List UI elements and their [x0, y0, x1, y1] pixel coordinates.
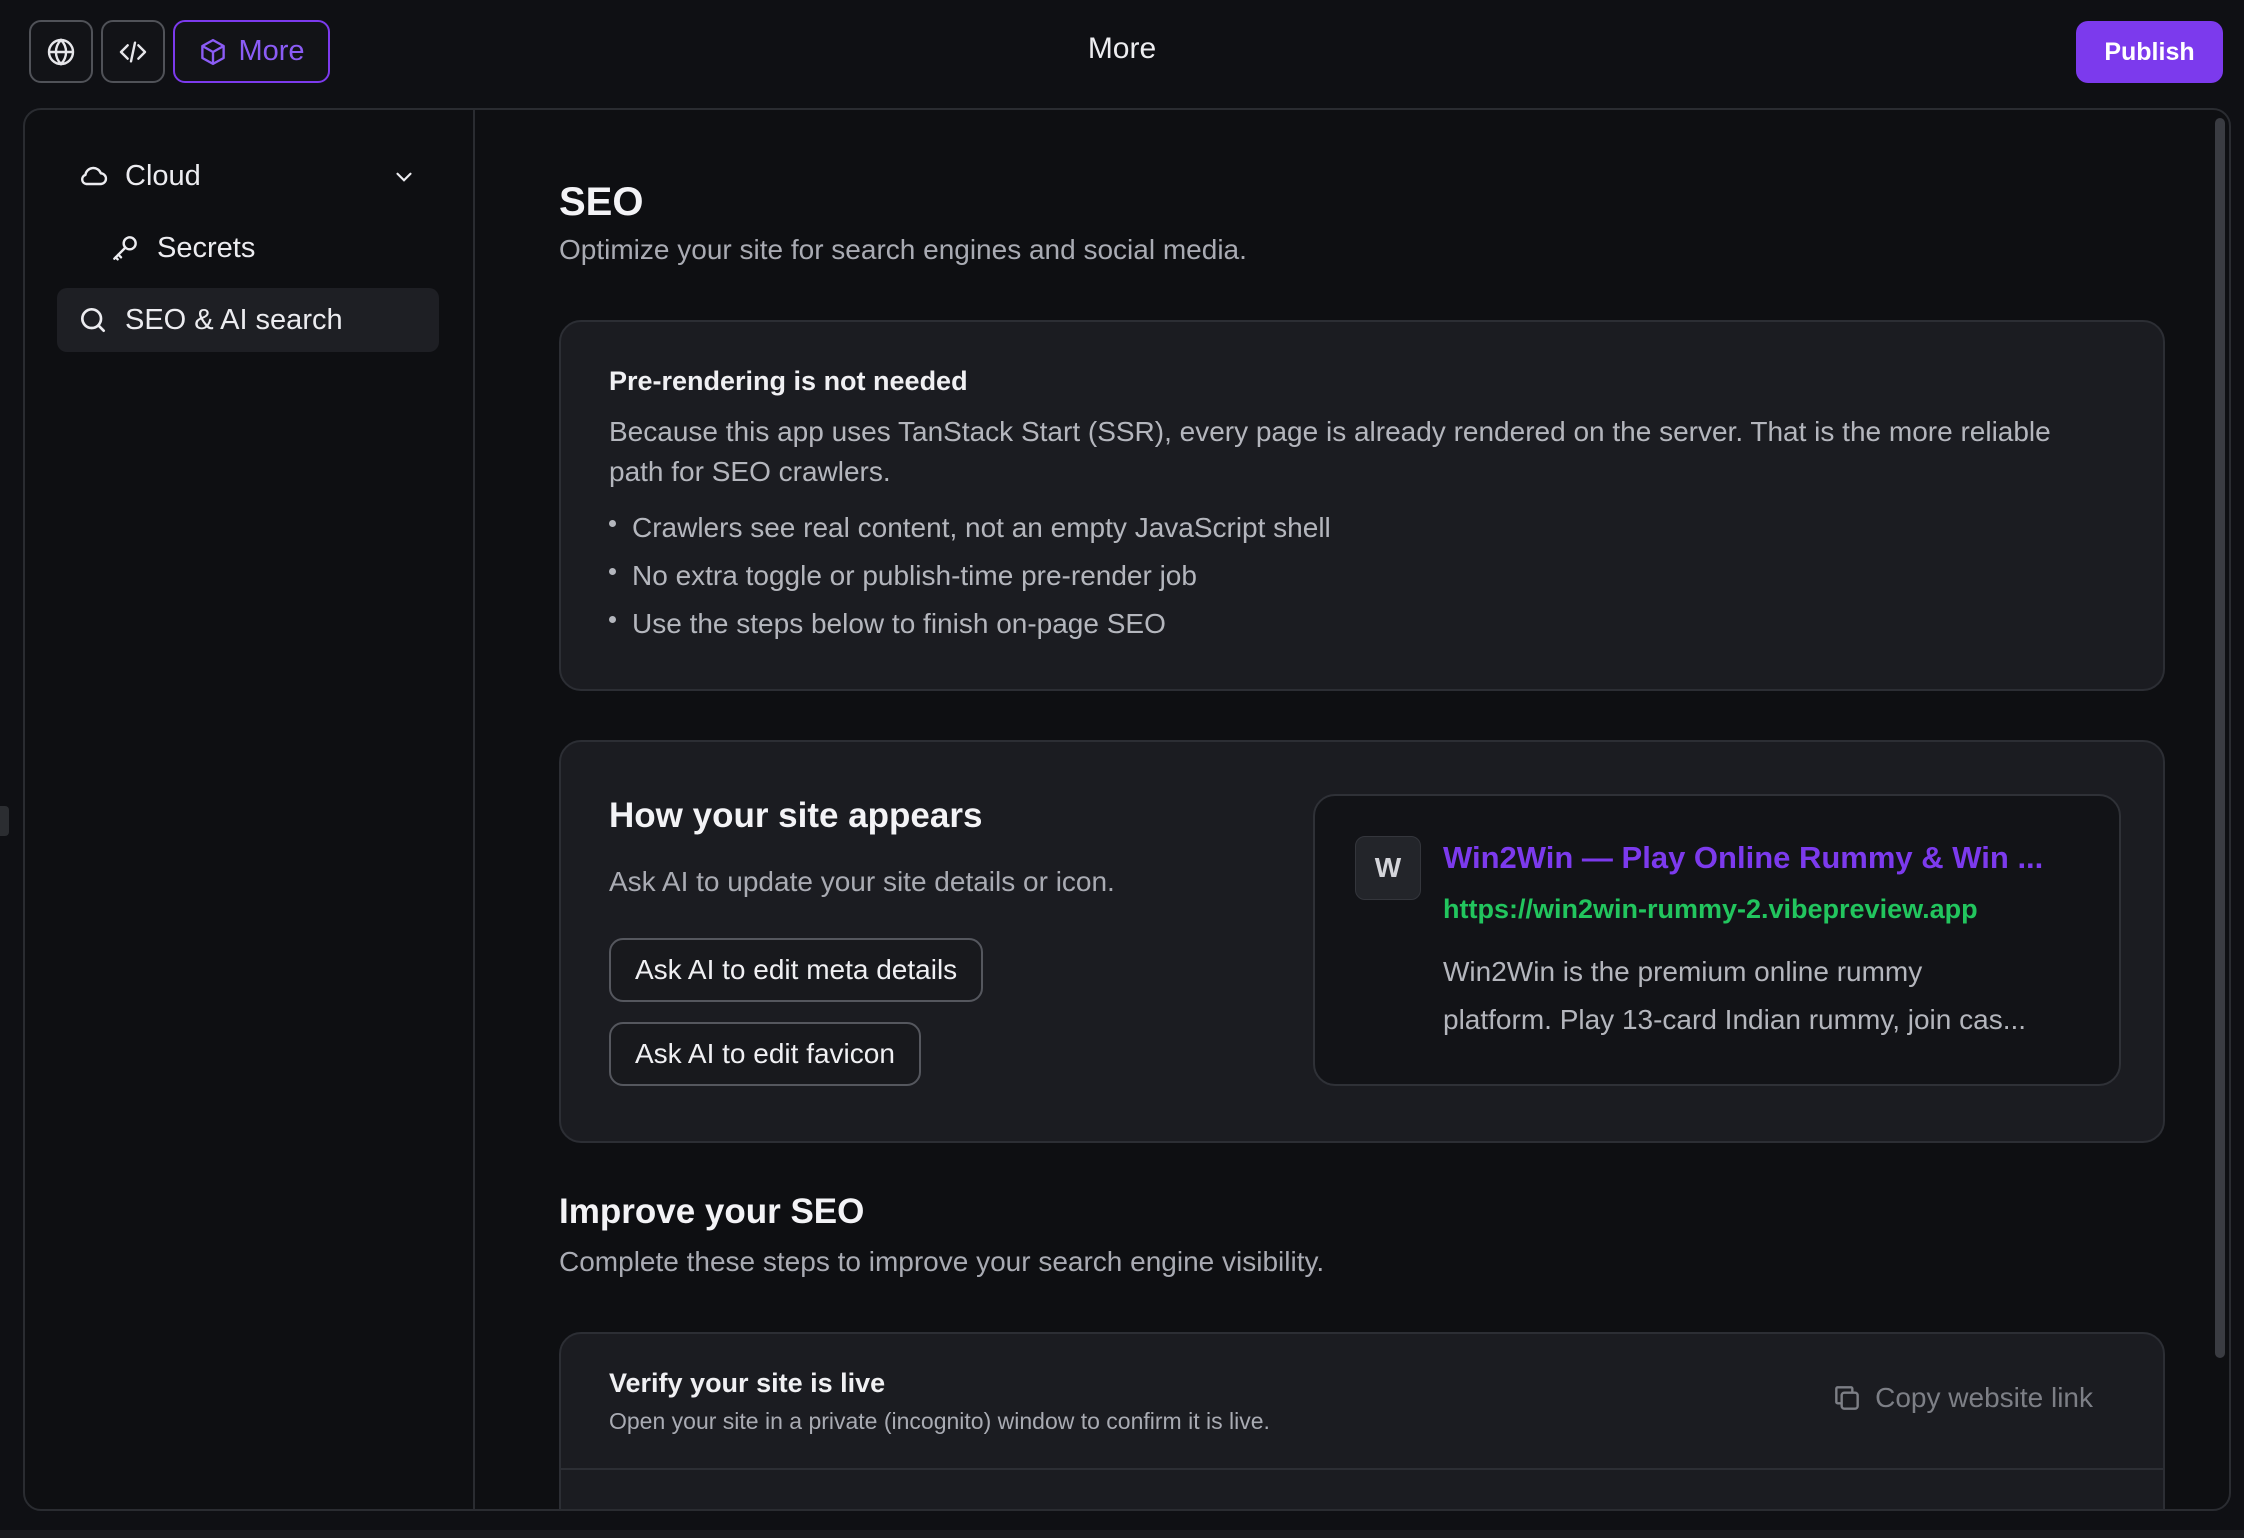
sidebar-item-label: Cloud: [125, 159, 201, 192]
step-description: Open your site in a private (incognito) …: [609, 1408, 1270, 1434]
scrollbar[interactable]: [2215, 118, 2225, 1358]
settings-panel: Cloud Secrets SEO & AI search SEO Optimi…: [23, 108, 2231, 1511]
sidebar-item-cloud[interactable]: Cloud: [57, 144, 439, 208]
publish-button[interactable]: Publish: [2076, 21, 2223, 83]
edit-favicon-button[interactable]: Ask AI to edit favicon: [609, 1022, 921, 1086]
page-title: More: [1087, 32, 1157, 65]
favicon-preview: W: [1355, 836, 1421, 900]
improve-seo-title: Improve your SEO: [559, 1192, 865, 1231]
copy-link-label: Copy website link: [1875, 1382, 2093, 1413]
sidebar-item-seo-ai-search[interactable]: SEO & AI search: [57, 288, 439, 352]
key-icon: [109, 232, 143, 264]
prerender-description: Because this app uses TanStack Start (SS…: [609, 416, 2051, 487]
preview-description: Win2Win is the premium online rummy plat…: [1443, 956, 2027, 1035]
seo-steps-card: Verify your site is live Open your site …: [559, 1332, 2165, 1509]
bottom-edge: [0, 1530, 2244, 1538]
top-bar: More More Publish: [0, 0, 2244, 104]
site-appearance-card: How your site appears Ask AI to update y…: [559, 740, 2165, 1143]
panel-resize-handle[interactable]: [0, 806, 9, 836]
appearance-title: How your site appears: [609, 796, 983, 835]
preview-url: https://win2win-rummy-2.vibepreview.app: [1443, 894, 1978, 924]
prerender-card: Pre-rendering is not needed Because this…: [559, 320, 2165, 691]
search-result-preview: W Win2Win — Play Online Rummy & Win ... …: [1313, 794, 2121, 1086]
sidebar: Cloud Secrets SEO & AI search: [25, 110, 475, 1509]
list-item: Use the steps below to finish on-page SE…: [609, 600, 1331, 648]
section-title: SEO: [559, 180, 644, 224]
prerender-bullets: Crawlers see real content, not an empty …: [609, 504, 1331, 648]
sidebar-item-secrets[interactable]: Secrets: [89, 216, 439, 280]
edit-meta-details-button[interactable]: Ask AI to edit meta details: [609, 938, 984, 1002]
appearance-subtitle: Ask AI to update your site details or ic…: [609, 866, 1115, 897]
cloud-icon: [77, 160, 111, 192]
improve-seo-subtitle: Complete these steps to improve your sea…: [559, 1246, 1325, 1277]
sidebar-item-label: Secrets: [157, 231, 256, 264]
step-title: Verify your site is live: [609, 1368, 886, 1398]
prerender-title: Pre-rendering is not needed: [609, 366, 968, 396]
chevron-down-icon[interactable]: [391, 164, 417, 190]
divider: [561, 1468, 2163, 1470]
list-item: No extra toggle or publish-time pre-rend…: [609, 552, 1331, 600]
list-item: Crawlers see real content, not an empty …: [609, 504, 1331, 552]
main-content: SEO Optimize your site for search engine…: [473, 110, 2229, 1509]
copy-icon: [1831, 1382, 1863, 1414]
section-subtitle: Optimize your site for search engines an…: [559, 234, 1247, 265]
preview-title: Win2Win — Play Online Rummy & Win ...: [1443, 840, 2044, 875]
sidebar-item-label: SEO & AI search: [125, 303, 343, 336]
copy-website-link-button[interactable]: Copy website link: [1831, 1382, 2093, 1414]
search-icon: [77, 304, 111, 336]
